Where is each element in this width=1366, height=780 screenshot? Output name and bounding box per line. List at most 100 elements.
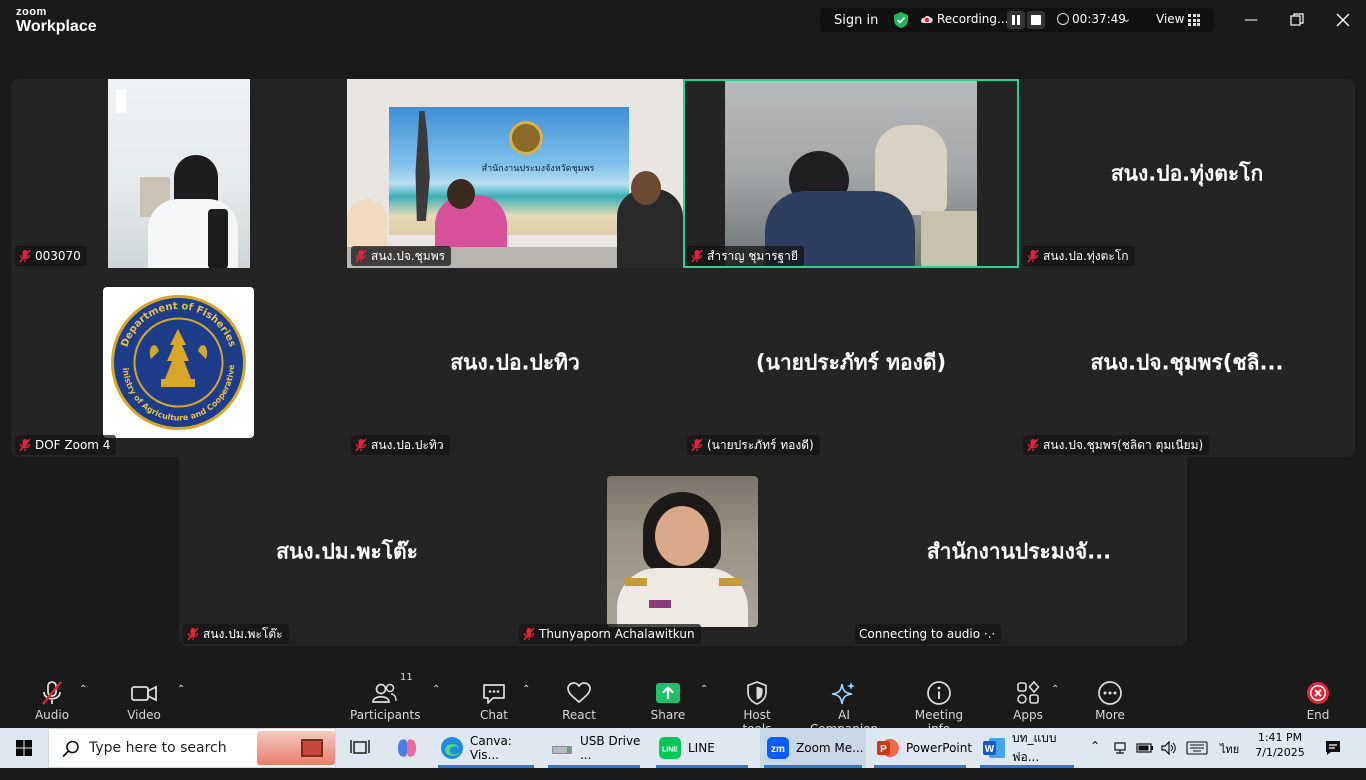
participant-display-name: สนง.ปอ.ทุ่งตะโก — [1110, 161, 1264, 185]
participant-tile[interactable]: (นายประภัทร์ ทองดี) (นายประภัทร์ ทองดี) — [683, 268, 1019, 457]
task-view-icon — [350, 740, 370, 754]
chat-options-caret-icon[interactable]: ⌃ — [522, 684, 530, 695]
touch-keyboard-icon[interactable] — [1186, 741, 1208, 755]
participant-name: สนง.ปอ.ทุ่งตะโก — [1043, 248, 1129, 263]
meeting-info-button[interactable]: Meeting info — [904, 674, 974, 736]
react-label: React — [562, 708, 596, 722]
battery-icon[interactable] — [1136, 740, 1154, 756]
apps-button[interactable]: Apps — [1008, 674, 1048, 726]
participant-tile[interactable]: สนง.ปอ.ทุ่งตะโก สนง.ปอ.ทุ่งตะโก — [1019, 79, 1355, 268]
copilot-button[interactable] — [390, 728, 424, 768]
share-screen-icon — [647, 680, 689, 706]
host-shield-icon — [727, 680, 787, 706]
chat-label: Chat — [479, 708, 509, 722]
participant-tile[interactable]: 003070 — [11, 79, 347, 268]
svg-text:LINE: LINE — [662, 747, 678, 754]
taskbar-app-canva[interactable]: Canva: Vis... — [434, 728, 538, 768]
share-options-caret-icon[interactable]: ⌃ — [700, 684, 708, 695]
clock-date: 7/1/2025 — [1255, 746, 1305, 759]
participant-tile[interactable]: Department of Fisheries Ministry of Agri… — [11, 268, 347, 457]
stop-recording-button[interactable] — [1027, 11, 1045, 29]
video-gallery: 003070 สำนักงานประมงจังหวัดชุมพร สนง.ปจ.… — [0, 44, 1366, 664]
apps-options-caret-icon[interactable]: ⌃ — [1051, 684, 1059, 695]
view-button[interactable]: View — [1156, 12, 1184, 26]
restore-window-button[interactable] — [1287, 10, 1307, 30]
participant-name-tag: (นายประภัทร์ ทองดี) — [687, 435, 820, 455]
wall-poster: สำนักงานประมงจังหวัดชุมพร — [387, 105, 631, 237]
participant-name: สำราญ ชุมารฐายี — [707, 248, 798, 263]
end-label: End — [1306, 708, 1330, 722]
taskbar-search-box[interactable]: Type here to search — [48, 728, 336, 768]
usb-drive-icon — [552, 746, 572, 754]
taskbar-app-label: USB Drive ... — [580, 734, 641, 762]
pause-recording-button[interactable] — [1007, 11, 1025, 29]
meeting-timer: 00:37:49 — [1072, 12, 1126, 26]
participant-tile[interactable]: Thunyaporn Achalawitkun — [515, 457, 851, 646]
participant-name: DOF Zoom 4 — [35, 438, 111, 452]
clock[interactable]: 1:41 PM 7/1/2025 — [1250, 728, 1310, 768]
minimize-window-button[interactable]: — — [1241, 10, 1261, 30]
muted-microphone-icon — [355, 249, 367, 263]
video-button[interactable]: Video — [122, 674, 166, 726]
participant-name: Thunyaporn Achalawitkun — [539, 627, 695, 641]
word-icon: W — [983, 738, 1005, 758]
audio-options-caret-icon[interactable]: ⌃ — [79, 684, 87, 695]
more-button[interactable]: More — [1090, 674, 1130, 726]
start-button[interactable] — [0, 728, 48, 768]
react-button[interactable]: React — [558, 674, 600, 726]
participants-icon — [350, 680, 418, 706]
participant-tile[interactable]: สำนักงานประมงจั... Connecting to audio ·… — [851, 457, 1187, 646]
participant-name-tag: สนง.ปจ.ชุมพร — [351, 246, 452, 266]
taskbar-app-usb-drive[interactable]: USB Drive ... — [544, 728, 644, 768]
share-button[interactable]: Share — [647, 674, 689, 726]
copilot-icon — [398, 739, 416, 757]
more-label: More — [1095, 708, 1125, 722]
poster-text: สำนักงานประมงจังหวัดชุมพร — [481, 164, 595, 174]
ai-companion-button[interactable]: AI Companion — [804, 674, 884, 736]
video-options-caret-icon[interactable]: ⌃ — [177, 684, 185, 695]
participant-tile[interactable]: สนง.ปจ.ชุมพร(ชลิ... สนง.ปจ.ชุมพร(ชลิดา ต… — [1019, 268, 1355, 457]
connecting-audio-status: Connecting to audio ·.· — [859, 627, 996, 641]
task-view-button[interactable] — [344, 728, 376, 768]
active-speaker-tile[interactable]: สำราญ ชุมารฐายี — [683, 79, 1019, 268]
participants-options-caret-icon[interactable]: ⌃ — [432, 684, 440, 695]
close-window-button[interactable] — [1333, 10, 1353, 30]
edge-icon — [441, 737, 463, 759]
taskbar-app-line[interactable]: LINE LINE — [652, 728, 752, 768]
end-meeting-icon — [1300, 680, 1336, 706]
muted-microphone-icon — [523, 627, 535, 641]
close-icon — [1336, 13, 1350, 27]
host-tools-button[interactable]: Host tools — [727, 674, 787, 736]
taskbar-app-powerpoint[interactable]: P PowerPoint — [870, 728, 972, 768]
network-icon[interactable] — [1112, 740, 1128, 756]
end-meeting-button[interactable]: End — [1300, 674, 1336, 726]
audio-button[interactable]: Audio — [30, 674, 74, 726]
muted-microphone-icon — [1027, 438, 1039, 452]
sign-in-button[interactable]: Sign in — [820, 8, 893, 32]
svg-text:W: W — [985, 744, 995, 755]
show-hidden-icons-chevron-icon[interactable]: ⌃ — [1090, 739, 1100, 779]
muted-microphone-icon — [19, 249, 31, 263]
chat-button[interactable]: Chat — [474, 674, 514, 726]
participant-name-tag: DOF Zoom 4 — [15, 435, 117, 455]
muted-microphone-icon — [19, 438, 31, 452]
taskbar-app-zoom[interactable]: zm Zoom Me... — [760, 728, 866, 768]
view-grid-icon[interactable] — [1188, 14, 1200, 26]
participant-tile[interactable]: สนง.ปม.พะโต๊ะ สนง.ปม.พะโต๊ะ — [179, 457, 515, 646]
input-language-indicator[interactable]: ไทย — [1220, 740, 1239, 780]
volume-icon[interactable] — [1160, 740, 1176, 756]
zoom-icon: zm — [767, 737, 789, 759]
muted-microphone-icon — [1027, 249, 1039, 263]
taskbar-app-word[interactable]: W บท_แบบฟอ... — [976, 728, 1078, 768]
participant-tile[interactable]: สนง.ปอ.ปะทิว สนง.ปอ.ปะทิว — [347, 268, 683, 457]
zoom-workplace-logo: zoom Workplace — [16, 7, 97, 35]
timer-chevron-down-icon[interactable]: ⌄ — [1122, 12, 1131, 25]
search-highlight-illustration — [257, 731, 335, 765]
participants-label: Participants — [350, 708, 421, 722]
audio-label: Audio — [34, 708, 70, 722]
participant-display-name: สนง.ปจ.ชุมพร(ชลิ... — [1090, 350, 1284, 374]
notifications-icon[interactable] — [1324, 739, 1342, 757]
participant-tile[interactable]: สำนักงานประมงจังหวัดชุมพร สนง.ปจ.ชุมพร — [347, 79, 683, 268]
windows-logo-icon — [16, 740, 32, 756]
encryption-shield-icon[interactable] — [892, 11, 910, 29]
